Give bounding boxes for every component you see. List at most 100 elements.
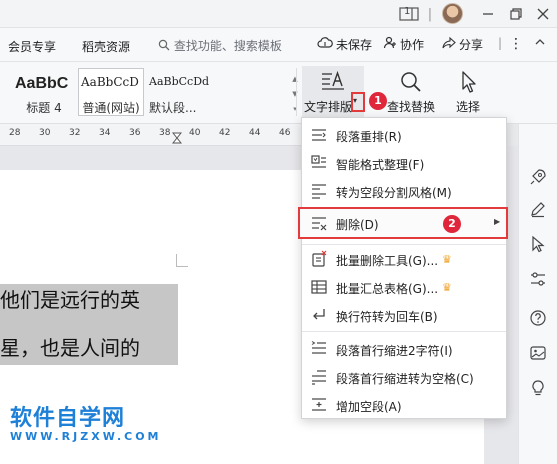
menu-item-label: 批量汇总表格(G)... — [336, 282, 439, 296]
ribbon-toolbar: AaBbC 标题 4 AaBbCcD 普通(网站) AaBbCcDd 默认段..… — [0, 62, 557, 124]
pen-edit-icon[interactable] — [526, 197, 550, 221]
menu-item-batch-delete[interactable]: 批量删除工具(G)... ♛ — [302, 245, 506, 273]
ruler-number: 36 — [129, 128, 141, 138]
page-margin-mark — [176, 266, 188, 267]
menu-item-label: 增加空段(A) — [336, 400, 402, 414]
ruler-number: 34 — [99, 128, 111, 138]
gallery-up-icon[interactable]: ▲ — [290, 72, 300, 87]
document-text-line[interactable]: 星，也是人间的 — [0, 332, 178, 365]
menu-item-label: 段落首行缩进2字符(I) — [336, 344, 453, 358]
watermark-chinese: 软件自学网 — [10, 406, 126, 431]
collapse-ribbon-icon[interactable] — [534, 36, 546, 48]
ruler-number: 40 — [189, 128, 201, 138]
dropdown-arrow-highlight — [351, 92, 365, 112]
batch-summary-table-icon — [310, 278, 328, 296]
ruler-number: 30 — [39, 128, 51, 138]
titlebar-divider: | — [427, 6, 433, 22]
page-count-icon[interactable]: 1 — [398, 5, 420, 23]
cursor-arrow-icon — [458, 70, 478, 97]
style-sample-heading4: AaBbC — [15, 75, 69, 92]
menu-item-batch-summary-table[interactable]: 批量汇总表格(G)... ♛ — [302, 273, 506, 301]
ruler-number: 46 — [279, 128, 291, 138]
menu-docer-resources[interactable]: 稻壳资源 — [82, 38, 130, 55]
close-icon[interactable] — [535, 5, 551, 23]
share-icon — [442, 36, 456, 53]
selection-gap — [0, 317, 178, 332]
style-normal-web[interactable]: AaBbCcD 普通(网站) — [78, 68, 144, 116]
page-margin-mark — [176, 254, 177, 266]
cloud-icon — [317, 36, 333, 53]
collaborate-icon — [383, 36, 397, 53]
find-replace-button[interactable]: 查找替换 — [382, 66, 440, 118]
submenu-arrow-icon: ▶ — [494, 217, 501, 226]
ribbon-divider — [296, 68, 297, 116]
menu-item-linebreak-to-enter[interactable]: 换行符转为回车(B) — [302, 301, 506, 329]
menu-item-delete[interactable]: 删除(D) ▶ — [302, 209, 506, 237]
share-button[interactable]: 分享 — [442, 36, 483, 53]
menu-item-label: 批量删除工具(G)... — [336, 254, 439, 268]
search-placeholder: 查找功能、搜索模板 — [173, 39, 282, 53]
step-badge-1: 1 — [369, 92, 387, 110]
rocket-icon[interactable] — [526, 165, 550, 189]
text-layout-icon — [320, 70, 346, 97]
linebreak-to-enter-icon — [310, 306, 328, 324]
styles-gallery: AaBbC 标题 4 AaBbCcD 普通(网站) AaBbCcDd 默认段..… — [10, 66, 298, 118]
menu-item-add-empty-paragraph[interactable]: 增加空段(A) — [302, 391, 506, 419]
indent-marker-icon[interactable] — [171, 132, 183, 147]
smart-format-icon — [310, 154, 328, 172]
page-count-label: 1 — [404, 6, 411, 17]
gallery-down-icon[interactable]: ▼ — [290, 87, 300, 102]
ruler-number: 42 — [219, 128, 231, 138]
watermark-english: WWW.RJZXW.COM — [10, 430, 162, 443]
style-heading4[interactable]: AaBbC 标题 4 — [10, 68, 78, 116]
style-name-normal-web: 普通(网站) — [82, 101, 140, 115]
ruler-number: 28 — [9, 128, 21, 138]
ruler-number: 44 — [249, 128, 261, 138]
style-sample-normal-web: AaBbCcD — [81, 75, 139, 89]
menu-item-first-line-indent[interactable]: 段落首行缩进2字符(I) — [302, 335, 506, 363]
menu-item-indent-to-space[interactable]: 段落首行缩进转为空格(C) — [302, 363, 506, 391]
menu-member-exclusive[interactable]: 会员专享 — [8, 38, 56, 55]
style-default-paragraph[interactable]: AaBbCcDd 默认段... — [144, 68, 286, 116]
menu-bar: 会员专享 稻壳资源 查找功能、搜索模板 未保存 协作 分享 | ⋮ — [0, 28, 557, 62]
restore-icon[interactable] — [508, 5, 524, 23]
minimize-icon[interactable] — [480, 5, 496, 23]
document-text-line[interactable]: 他们是远行的英 — [0, 284, 178, 317]
gallery-scroll[interactable]: ▲ ▼ ▾ — [290, 72, 300, 118]
add-empty-paragraph-icon — [310, 396, 328, 414]
indent-to-space-icon — [310, 368, 328, 386]
unsaved-button[interactable]: 未保存 — [317, 36, 372, 53]
empty-paragraph-split-icon — [310, 182, 328, 200]
menu-item-paragraph-rearrange[interactable]: 段落重排(R) — [302, 121, 506, 149]
menu-separator — [302, 331, 506, 332]
adjust-slider-icon[interactable] — [526, 267, 550, 291]
text-layout-dropdown-menu: 段落重排(R) 智能格式整理(F) 转为空段分割风格(M) 删除(D) ▶ 2 … — [298, 117, 508, 419]
lightbulb-icon[interactable] — [526, 376, 550, 400]
delete-format-icon — [310, 214, 328, 232]
select-label: 选择 — [455, 100, 480, 114]
title-bar: 1 | — [0, 0, 557, 28]
find-replace-label: 查找替换 — [386, 100, 435, 114]
batch-delete-icon — [310, 250, 328, 268]
help-icon[interactable] — [526, 306, 550, 330]
collaborate-button[interactable]: 协作 — [383, 36, 424, 53]
menu-item-empty-paragraph-split[interactable]: 转为空段分割风格(M) — [302, 177, 506, 205]
gallery-expand-icon[interactable]: ▾ — [290, 102, 300, 117]
cursor-select-icon[interactable] — [526, 232, 550, 256]
style-name-default: 默认段... — [149, 101, 197, 115]
select-button[interactable]: 选择 — [446, 66, 490, 118]
step-badge-2: 2 — [443, 215, 461, 233]
menu-item-label: 转为空段分割风格(M) — [336, 186, 452, 200]
gallery-icon[interactable] — [526, 341, 550, 365]
menu-item-label: 换行符转为回车(B) — [336, 310, 438, 324]
user-avatar[interactable] — [442, 3, 463, 24]
menu-item-smart-format[interactable]: 智能格式整理(F) — [302, 149, 506, 177]
ruler-number: 32 — [69, 128, 81, 138]
style-sample-default: AaBbCcDd — [149, 75, 210, 88]
paragraph-rearrange-icon — [310, 126, 328, 144]
right-sidebar — [518, 124, 557, 464]
menu-item-label: 段落重排(R) — [336, 130, 402, 144]
premium-crown-icon: ♛ — [442, 253, 452, 266]
search-input[interactable]: 查找功能、搜索模板 — [158, 37, 282, 54]
more-icon[interactable]: ⋮ — [509, 36, 523, 52]
